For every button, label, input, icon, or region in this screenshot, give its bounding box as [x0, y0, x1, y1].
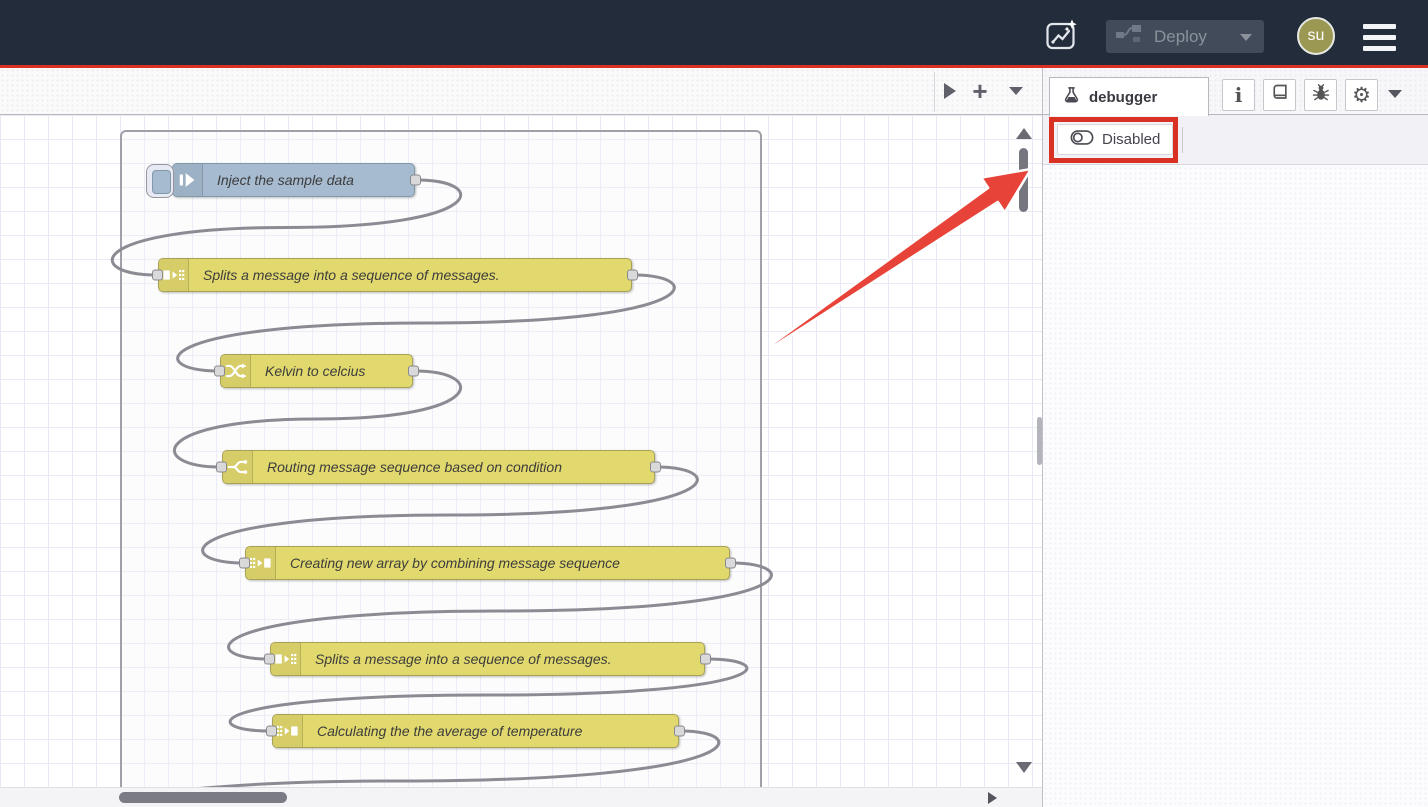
output-port[interactable] [674, 726, 685, 737]
deploy-button[interactable]: Deploy [1106, 20, 1264, 53]
input-port[interactable] [152, 270, 163, 281]
hamburger-icon [1363, 35, 1396, 40]
sidebar-header: debugger i [1043, 68, 1428, 115]
help-tab-button[interactable] [1263, 79, 1296, 111]
workspace-tabbar: + [0, 68, 1042, 115]
output-port[interactable] [650, 462, 661, 473]
flow-canvas[interactable]: Inject the sample data Splits a message i… [0, 115, 1042, 787]
node-label: Splits a message into a sequence of mess… [189, 267, 500, 283]
sidebar-splitter-handle[interactable] [1037, 417, 1042, 465]
info-tab-button[interactable]: i [1222, 79, 1255, 111]
deploy-icon [1116, 23, 1142, 50]
toolbar-divider [1182, 127, 1183, 153]
accent-line [0, 65, 1428, 68]
flow-node-inject[interactable]: Inject the sample data [172, 163, 415, 197]
flask-icon [1062, 85, 1081, 110]
tab-debugger[interactable]: debugger [1049, 77, 1209, 116]
debug-tab-button[interactable] [1304, 79, 1337, 111]
join-icon [246, 547, 276, 579]
scroll-right-icon[interactable] [988, 792, 997, 804]
flow-list-button[interactable] [1002, 76, 1030, 106]
flow-node-join[interactable]: Creating new array by combining message … [245, 546, 730, 580]
debug-messages-panel [1043, 166, 1428, 807]
chevron-down-icon[interactable] [1240, 34, 1252, 41]
output-port[interactable] [700, 654, 711, 665]
horizontal-scrollbar[interactable] [0, 787, 1042, 807]
scroll-tabs-right-button[interactable] [936, 76, 964, 106]
output-port[interactable] [408, 366, 419, 377]
settings-tab-button[interactable]: ⚙ [1345, 79, 1378, 111]
ai-assistant-icon[interactable] [1044, 17, 1080, 53]
output-port[interactable] [410, 175, 421, 186]
chevron-down-icon [1009, 87, 1023, 95]
output-port[interactable] [725, 558, 736, 569]
split-icon [159, 259, 189, 291]
scroll-down-icon[interactable] [1016, 762, 1032, 773]
hamburger-icon [1363, 24, 1396, 29]
tabbar-divider [934, 72, 935, 112]
deploy-label: Deploy [1154, 27, 1207, 47]
add-flow-button[interactable]: + [966, 76, 994, 106]
flow-node-change[interactable]: Kelvin to celcius [220, 354, 413, 388]
node-label: Routing message sequence based on condit… [253, 459, 562, 475]
node-label: Inject the sample data [203, 172, 354, 188]
chevron-down-icon[interactable] [1388, 90, 1402, 98]
input-port[interactable] [266, 726, 277, 737]
join-icon [273, 715, 303, 747]
input-port[interactable] [216, 462, 227, 473]
inject-icon [173, 164, 203, 196]
bug-icon [1311, 83, 1331, 108]
hamburger-icon [1363, 46, 1396, 51]
plus-icon: + [972, 78, 987, 104]
main-menu-button[interactable] [1363, 24, 1396, 51]
split-icon [271, 643, 301, 675]
flow-node-split[interactable]: Splits a message into a sequence of mess… [158, 258, 632, 292]
input-port[interactable] [264, 654, 275, 665]
info-icon: i [1235, 83, 1243, 107]
flow-node-join[interactable]: Calculating the the average of temperatu… [272, 714, 679, 748]
annotation-highlight-box [1049, 117, 1178, 163]
user-avatar[interactable]: su [1297, 17, 1335, 55]
flow-node-switch[interactable]: Routing message sequence based on condit… [222, 450, 655, 484]
change-icon [221, 355, 251, 387]
node-label: Creating new array by combining message … [276, 555, 620, 571]
scroll-right-icon [944, 83, 956, 99]
sidebar: debugger i [1043, 68, 1428, 807]
book-icon [1270, 83, 1290, 108]
horizontal-scrollbar-thumb[interactable] [119, 792, 287, 803]
flow-node-split[interactable]: Splits a message into a sequence of mess… [270, 642, 705, 676]
input-port[interactable] [214, 366, 225, 377]
node-label: Kelvin to celcius [251, 363, 365, 379]
inject-trigger-button[interactable] [146, 164, 174, 198]
vertical-scrollbar-thumb[interactable] [1019, 148, 1028, 212]
input-port[interactable] [239, 558, 250, 569]
scroll-up-icon[interactable] [1016, 128, 1032, 139]
node-label: Calculating the the average of temperatu… [303, 723, 582, 739]
switch-icon [223, 451, 253, 483]
output-port[interactable] [627, 270, 638, 281]
header-bar: Deploy su [0, 0, 1428, 65]
tab-debugger-label: debugger [1089, 89, 1157, 106]
gear-icon: ⚙ [1352, 83, 1371, 107]
node-label: Splits a message into a sequence of mess… [301, 651, 612, 667]
